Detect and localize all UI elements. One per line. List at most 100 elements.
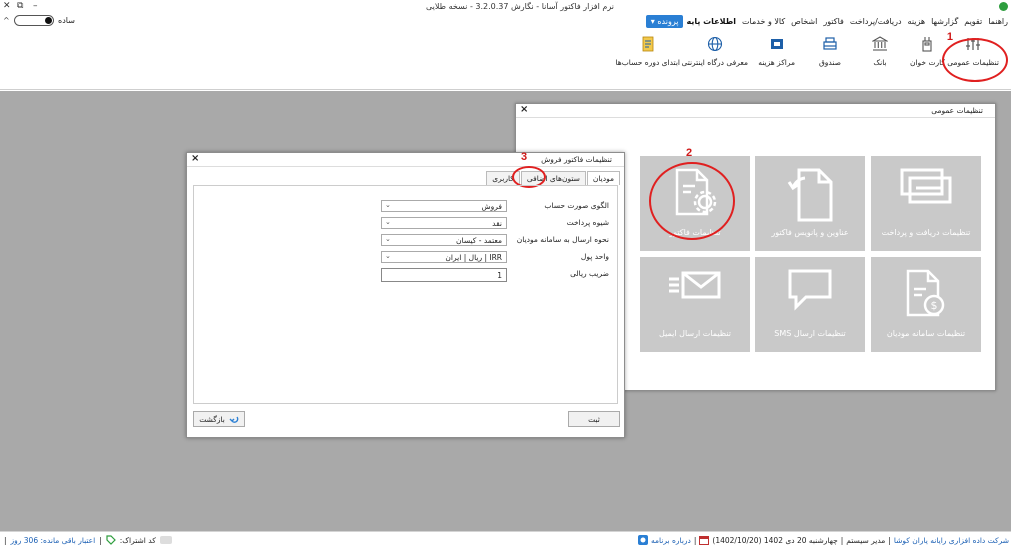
credit-remaining: اعتبار باقی مانده: 306 روز	[10, 535, 96, 545]
tab-strip: کاربری ستون‌های اضافی مودیان	[485, 171, 620, 185]
menu-help[interactable]: راهنما	[985, 15, 1011, 28]
document-dollar-icon: $	[906, 269, 945, 317]
minimize-window-button[interactable]: –	[33, 1, 38, 11]
ribbon-label: ابتدای دوره حساب‌ها	[615, 58, 680, 67]
tile-label: عناوین و پانویس فاکتور	[771, 228, 849, 237]
field-rial-factor: ضریب ریالی 1	[379, 268, 609, 282]
close-window-button[interactable]: ✕	[3, 1, 11, 11]
ribbon-cashbox[interactable]: صندوق	[819, 36, 841, 67]
menu-receive-pay[interactable]: دریافت/پرداخت	[847, 15, 905, 28]
chevron-down-icon: ⌄	[385, 218, 391, 226]
invoice-template-select[interactable]: فروش ⌄	[381, 200, 507, 212]
menu-persons[interactable]: اشخاص	[788, 15, 820, 28]
field-label: شیوه پرداخت	[566, 218, 609, 227]
menu-expense[interactable]: هزینه	[905, 15, 929, 28]
window-header: تنظیمات عمومی ×	[516, 104, 995, 118]
ribbon-period-start[interactable]: ابتدای دوره حساب‌ها	[615, 36, 680, 67]
bank-icon	[872, 36, 888, 51]
rial-factor-input[interactable]: 1	[381, 268, 507, 282]
menu-invoice[interactable]: فاکتور	[820, 15, 846, 28]
ribbon-label: معرفی درگاه اینترنتی	[681, 58, 748, 67]
field-send-method: نحوه ارسال به سامانه مودیان معتمد - کیسا…	[379, 234, 609, 246]
collapse-ribbon-button[interactable]: ^	[3, 16, 10, 25]
select-value: نقد	[492, 219, 502, 228]
cash-register-icon	[823, 37, 837, 50]
subscription-code-box	[159, 536, 172, 544]
tile-receive-pay-settings[interactable]: تنظیمات دریافت و پرداخت	[871, 156, 981, 251]
ribbon-label: مراکز هزینه	[758, 58, 795, 67]
separator: |	[840, 535, 844, 545]
back-arrow-icon	[229, 416, 239, 423]
annotation-number-1: 1	[946, 31, 953, 43]
input-value: 1	[497, 271, 502, 280]
separator: |	[99, 535, 102, 545]
back-button[interactable]: بازگشت	[193, 411, 245, 427]
payment-method-select[interactable]: نقد ⌄	[381, 217, 507, 229]
annotation-circle-2	[649, 162, 735, 240]
annotation-number-3: 3	[521, 151, 528, 163]
menu-file[interactable]: پرونده ▾	[645, 15, 684, 28]
status-bar: درباره برنامه | چهارشنبه 20 دی 1402 (140…	[0, 531, 1011, 549]
tile-label: تنظیمات دریافت و پرداخت	[881, 228, 971, 237]
ribbon-card-reader[interactable]: کارت خوان	[910, 36, 945, 67]
menu-calendar[interactable]: تقویم	[961, 15, 985, 28]
field-label: ضریب ریالی	[570, 269, 609, 278]
annotation-number-2: 2	[686, 147, 693, 159]
ribbon-label: بانک	[873, 58, 887, 67]
card-reader-icon	[922, 37, 933, 52]
calendar-icon	[699, 536, 710, 545]
window-title: نرم افزار فاکتور آسانا - نگارش 3.2.0.37 …	[426, 2, 614, 11]
payment-cards-icon	[900, 168, 952, 204]
chevron-down-icon: ⌄	[385, 201, 391, 209]
tile-email-settings[interactable]: تنظیمات ارسال ایمیل	[640, 257, 750, 352]
simple-mode-toggle[interactable]	[14, 15, 54, 26]
ribbon-cost-centers[interactable]: مراکز هزینه	[758, 36, 795, 67]
tab-panel: الگوی صورت حساب فروش ⌄ شیوه پرداخت نقد ⌄…	[193, 185, 618, 404]
status-date: چهارشنبه 20 دی 1402 (1402/10/20)	[712, 535, 838, 545]
ribbon-bank[interactable]: بانک	[872, 36, 888, 67]
globe-icon	[707, 36, 722, 52]
status-user: مدیر سیستم	[846, 535, 886, 545]
window-title: تنظیمات عمومی	[931, 106, 983, 115]
toggle-knob	[45, 17, 52, 24]
tile-label: تنظیمات ارسال SMS	[774, 329, 846, 338]
close-button[interactable]: ×	[520, 104, 528, 115]
submit-button[interactable]: ثبت	[568, 411, 620, 427]
tile-sms-settings[interactable]: تنظیمات ارسال SMS	[755, 257, 865, 352]
tag-icon	[106, 535, 116, 545]
currency-select[interactable]: IRR | ریال | ایران ⌄	[381, 251, 507, 263]
menu-base-info[interactable]: اطلاعات پایه	[683, 15, 739, 28]
select-value: معتمد - کیسان	[456, 236, 502, 245]
field-payment-method: شیوه پرداخت نقد ⌄	[379, 217, 609, 229]
ledger-icon	[642, 36, 654, 52]
ribbon-label: کارت خوان	[909, 58, 945, 67]
about-link[interactable]: درباره برنامه	[651, 536, 691, 545]
cost-center-icon	[770, 39, 783, 49]
tile-tax-system-settings[interactable]: $ تنظیمات سامانه مودیان	[871, 257, 981, 352]
separator: |	[4, 535, 7, 545]
field-currency: واحد پول IRR | ریال | ایران ⌄	[379, 251, 609, 263]
document-refresh-icon	[787, 168, 833, 222]
status-company: شرکت داده افزاری رایانه یاران کوشا	[893, 535, 1009, 545]
envelope-icon	[669, 271, 721, 299]
ribbon-label: صندوق	[818, 58, 841, 67]
annotation-circle-1	[942, 38, 1008, 82]
status-left: کد اشتراک: | اعتبار باقی مانده: 306 روز …	[4, 535, 172, 545]
simple-mode-toggle-group: ساده	[14, 15, 75, 26]
ribbon-internet-gateway[interactable]: معرفی درگاه اینترنتی	[681, 36, 748, 67]
chat-bubble-icon	[788, 269, 832, 311]
svg-text:$: $	[931, 299, 938, 312]
restore-window-button[interactable]: ⧉	[17, 1, 23, 11]
send-method-select[interactable]: معتمد - کیسان ⌄	[381, 234, 507, 246]
chevron-down-icon: ⌄	[385, 235, 391, 243]
info-icon	[637, 535, 648, 545]
close-button[interactable]: ×	[191, 153, 199, 164]
menu-goods-services[interactable]: کالا و خدمات	[739, 15, 788, 28]
subscription-label: کد اشتراک:	[119, 535, 156, 545]
separator: |	[693, 535, 697, 545]
menu-reports[interactable]: گزارشها	[928, 15, 961, 28]
sales-invoice-settings-dialog: تنظیمات فاکتور فروش × کاربری ستون‌های اض…	[186, 151, 625, 438]
tile-invoice-headers[interactable]: عناوین و پانویس فاکتور	[755, 156, 865, 251]
select-value: IRR | ریال | ایران	[445, 253, 502, 262]
tab-taxpayers[interactable]: مودیان	[586, 171, 620, 185]
